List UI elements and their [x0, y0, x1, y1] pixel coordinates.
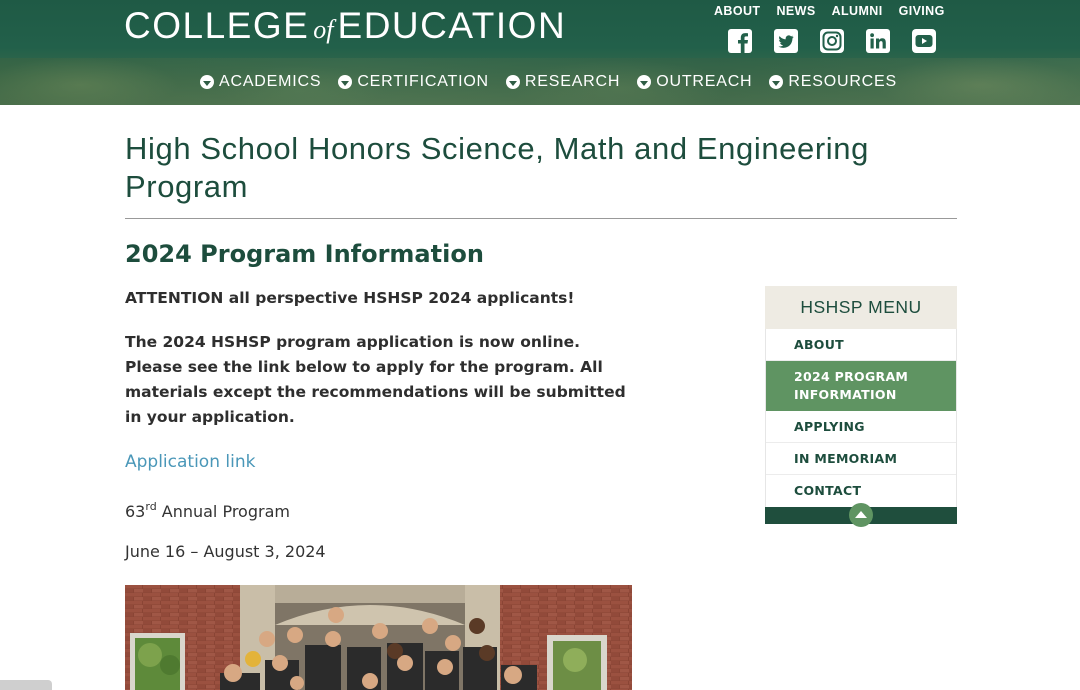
hshsp-menu-footer	[765, 503, 957, 527]
section-heading: 2024 Program Information	[125, 240, 484, 268]
nav-label: CERTIFICATION	[357, 73, 489, 90]
top-link-alumni[interactable]: ALUMNI	[832, 4, 883, 18]
menu-item-applying[interactable]: APPLYING	[766, 411, 956, 443]
collapse-up-icon[interactable]	[849, 503, 873, 527]
main-nav: ACADEMICS CERTIFICATION RESEARCH OUTREAC…	[200, 72, 914, 92]
chevron-down-icon	[338, 75, 353, 89]
nav-academics[interactable]: ACADEMICS	[200, 72, 321, 92]
annual-suffix: rd	[145, 500, 157, 513]
youtube-icon[interactable]	[911, 28, 937, 54]
logo-text-of: of	[313, 15, 334, 44]
social-links	[727, 28, 957, 54]
scroll-corner-tab[interactable]	[0, 680, 52, 690]
nav-certification[interactable]: CERTIFICATION	[338, 72, 489, 92]
menu-item-program-information[interactable]: 2024 PROGRAM INFORMATION	[766, 361, 956, 411]
chevron-down-icon	[769, 75, 784, 89]
college-logo[interactable]: COLLEGE of EDUCATION	[124, 4, 566, 48]
twitter-icon[interactable]	[773, 28, 799, 54]
nav-label: OUTREACH	[656, 73, 753, 90]
page-title: High School Honors Science, Math and Eng…	[125, 131, 869, 204]
chevron-down-icon	[637, 75, 652, 89]
nav-research[interactable]: RESEARCH	[505, 72, 621, 92]
hshsp-menu-list: ABOUT 2024 PROGRAM INFORMATION APPLYING …	[765, 329, 957, 507]
annual-program-text: 63rd Annual Program	[125, 495, 290, 524]
annual-number: 63	[125, 502, 146, 521]
application-text: The 2024 HSHSP program application is no…	[125, 333, 626, 426]
top-link-giving[interactable]: GIVING	[899, 4, 945, 18]
application-link[interactable]: Application link	[125, 450, 255, 474]
menu-item-in-memoriam[interactable]: IN MEMORIAM	[766, 443, 956, 475]
annual-label: Annual Program	[156, 502, 290, 521]
program-group-photo	[125, 585, 632, 690]
top-link-about[interactable]: ABOUT	[714, 4, 760, 18]
nav-resources[interactable]: RESOURCES	[769, 72, 897, 92]
title-divider	[125, 218, 957, 219]
utility-nav: ABOUT NEWS ALUMNI GIVING	[714, 4, 961, 18]
nav-label: RESEARCH	[524, 73, 621, 90]
logo-text-college: COLLEGE	[124, 5, 310, 46]
nav-label: RESOURCES	[788, 73, 897, 90]
nav-outreach[interactable]: OUTREACH	[637, 72, 752, 92]
hshsp-menu-heading: HSHSP MENU	[765, 286, 957, 329]
attention-text: ATTENTION all perspective HSHSP 2024 app…	[125, 289, 575, 307]
program-dates: June 16 – August 3, 2024	[125, 542, 326, 561]
hshsp-menu: HSHSP MENU ABOUT 2024 PROGRAM INFORMATIO…	[765, 286, 957, 527]
chevron-down-icon	[200, 75, 214, 89]
site-header: COLLEGE of EDUCATION ABOUT NEWS ALUMNI GIV…	[0, 0, 1080, 105]
linkedin-icon[interactable]	[865, 28, 891, 54]
logo-text-education: EDUCATION	[337, 5, 567, 46]
instagram-icon[interactable]	[819, 28, 845, 54]
nav-label: ACADEMICS	[219, 73, 322, 90]
top-link-news[interactable]: NEWS	[776, 4, 815, 18]
chevron-down-icon	[505, 75, 520, 89]
menu-item-about[interactable]: ABOUT	[766, 329, 956, 361]
facebook-icon[interactable]	[727, 28, 753, 54]
